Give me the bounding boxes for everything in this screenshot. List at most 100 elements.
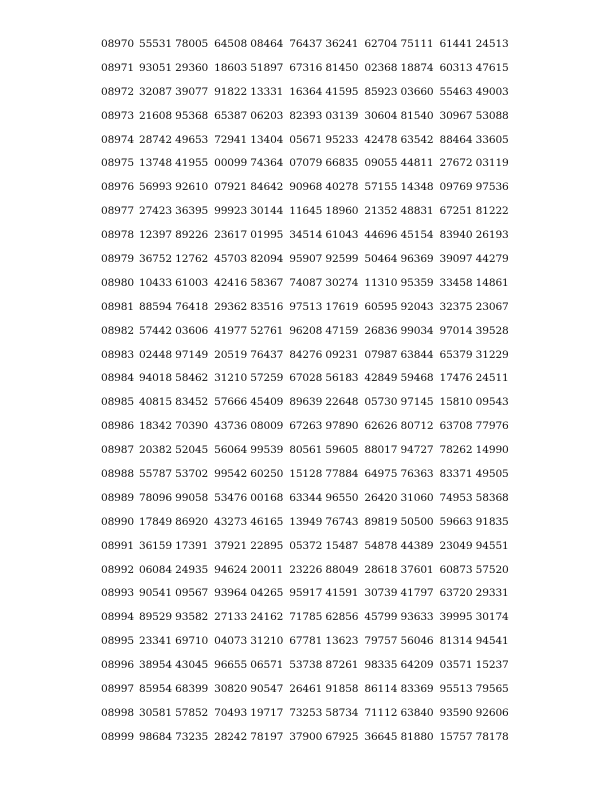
- table-row: 08983 02448 97149 20519 76437 84276 09231 07…: [101, 344, 515, 368]
- digit-group: 29362 83516: [214, 300, 284, 313]
- digit-group: 76437 36241: [289, 38, 359, 50]
- row-index: 08990: [101, 515, 134, 528]
- digit-group: 07079 66835: [289, 157, 359, 170]
- digit-group: 20519 76437: [214, 348, 284, 361]
- table-row: 08998 30581 57852 70493 19717 73253 58734 71…: [101, 702, 515, 726]
- digit-group: 26461 91858: [289, 683, 359, 696]
- digit-group: 93051 29360: [139, 61, 209, 74]
- digit-group: 88017 94727: [364, 444, 434, 457]
- digit-group: 78262 14990: [439, 444, 509, 457]
- digit-group: 79757 56046: [364, 635, 434, 648]
- digit-group: 94624 20011: [214, 563, 284, 576]
- digit-group: 96208 47159: [289, 324, 359, 337]
- digit-group: 17849 86920: [139, 515, 209, 528]
- digit-group: 23049 94551: [439, 539, 509, 552]
- table-row: 08993 90541 09567 93964 04265 95917 41591 30…: [101, 582, 515, 606]
- digit-group: 57666 45409: [214, 396, 284, 409]
- digit-group: 45703 82094: [214, 253, 284, 266]
- digit-group: 78096 99058: [139, 491, 209, 504]
- row-index: 08999: [101, 730, 134, 743]
- digit-group: 98684 73235: [139, 730, 209, 743]
- digit-group: 72941 13404: [214, 133, 284, 146]
- digit-group: 54878 44389: [364, 539, 434, 552]
- digit-group: 02368 18874: [364, 61, 434, 74]
- digit-group: 55463 49003: [439, 85, 509, 98]
- digit-group: 00099 74364: [214, 157, 284, 170]
- table-row: 08980 10433 61003 42416 58367 74087 30274 11…: [101, 272, 515, 296]
- digit-group: 30967 53088: [439, 109, 509, 122]
- digit-group: 32087 39077: [139, 85, 209, 98]
- table-row: 08999 98684 73235 28242 78197 37900 67925 36…: [101, 726, 515, 750]
- row-index: 08998: [101, 706, 134, 719]
- digit-group: 83940 26193: [439, 229, 509, 242]
- digit-group: 34514 61043: [289, 229, 359, 242]
- digit-group: 63708 77976: [439, 420, 509, 433]
- digit-group: 88594 76418: [139, 300, 209, 313]
- digit-group: 15128 77884: [289, 468, 359, 481]
- digit-group: 36752 12762: [139, 253, 209, 266]
- digit-group: 96655 06571: [214, 659, 284, 672]
- row-index: 08993: [101, 587, 134, 600]
- digit-group: 37900 67925: [289, 730, 359, 743]
- digit-group: 33458 14861: [439, 276, 509, 289]
- table-row: 08995 23341 69710 04073 31210 67781 13623 79…: [101, 630, 515, 654]
- table-row: 08982 57442 03606 41977 52761 96208 47159 26…: [101, 320, 515, 344]
- digit-group: 41977 52761: [214, 324, 284, 337]
- random-digit-table: 08970 55531 78005 64508 08464 76437 36241 62…: [101, 33, 515, 750]
- row-index: 08988: [101, 468, 134, 481]
- row-index: 08971: [101, 61, 134, 74]
- row-index: 08997: [101, 683, 134, 696]
- digit-group: 05730 97145: [364, 396, 434, 409]
- table-row: 08972 32087 39077 91822 13331 16364 41595 85…: [101, 81, 515, 105]
- digit-group: 63720 29331: [439, 587, 509, 600]
- digit-group: 42478 63542: [364, 133, 434, 146]
- row-index: 08996: [101, 659, 134, 672]
- digit-group: 97014 39528: [439, 324, 509, 337]
- digit-group: 04073 31210: [214, 635, 284, 648]
- digit-group: 10433 61003: [139, 276, 209, 289]
- row-index: 08991: [101, 539, 134, 552]
- row-index: 08978: [101, 229, 134, 242]
- digit-group: 56993 92610: [139, 181, 209, 194]
- digit-group: 89529 93582: [139, 611, 209, 624]
- digit-group: 03571 15237: [439, 659, 509, 672]
- row-index: 08972: [101, 85, 134, 98]
- digit-group: 21608 95368: [139, 109, 209, 122]
- digit-group: 16364 41595: [289, 85, 359, 98]
- digit-group: 39995 30174: [439, 611, 509, 624]
- digit-group: 31210 57259: [214, 372, 284, 385]
- digit-group: 60313 47615: [439, 61, 509, 74]
- digit-group: 63344 96550: [289, 491, 359, 504]
- digit-group: 38954 43045: [139, 659, 209, 672]
- digit-group: 80561 59605: [289, 444, 359, 457]
- table-row: 08992 06084 24935 94624 20011 23226 88049 28…: [101, 559, 515, 583]
- digit-group: 73253 58734: [289, 706, 359, 719]
- digit-group: 95907 92599: [289, 253, 359, 266]
- digit-group: 15810 09543: [439, 396, 509, 409]
- digit-group: 65387 06203: [214, 109, 284, 122]
- digit-group: 50464 96369: [364, 253, 434, 266]
- digit-group: 61441 24513: [439, 38, 509, 50]
- digit-group: 83371 49505: [439, 468, 509, 481]
- digit-group: 06084 24935: [139, 563, 209, 576]
- digit-group: 85923 03660: [364, 85, 434, 98]
- table-row: 08987 20382 52045 56064 99539 80561 59605 88…: [101, 439, 515, 463]
- digit-group: 82393 03139: [289, 109, 359, 122]
- digit-group: 53476 00168: [214, 491, 284, 504]
- digit-group: 93590 92606: [439, 706, 509, 719]
- digit-group: 67028 56183: [289, 372, 359, 385]
- digit-group: 28742 49653: [139, 133, 209, 146]
- row-index: 08995: [101, 635, 134, 648]
- digit-group: 43273 46165: [214, 515, 284, 528]
- row-index: 08982: [101, 324, 134, 337]
- digit-group: 36159 17391: [139, 539, 209, 552]
- row-index: 08984: [101, 372, 134, 385]
- digit-group: 23341 69710: [139, 635, 209, 648]
- table-row: 08973 21608 95368 65387 06203 82393 03139 30…: [101, 105, 515, 129]
- digit-group: 11645 18960: [289, 205, 359, 218]
- digit-group: 56064 99539: [214, 444, 284, 457]
- row-index: 08985: [101, 396, 134, 409]
- digit-group: 44696 45154: [364, 229, 434, 242]
- table-row: 08996 38954 43045 96655 06571 53738 87261 98…: [101, 654, 515, 678]
- row-index: 08983: [101, 348, 134, 361]
